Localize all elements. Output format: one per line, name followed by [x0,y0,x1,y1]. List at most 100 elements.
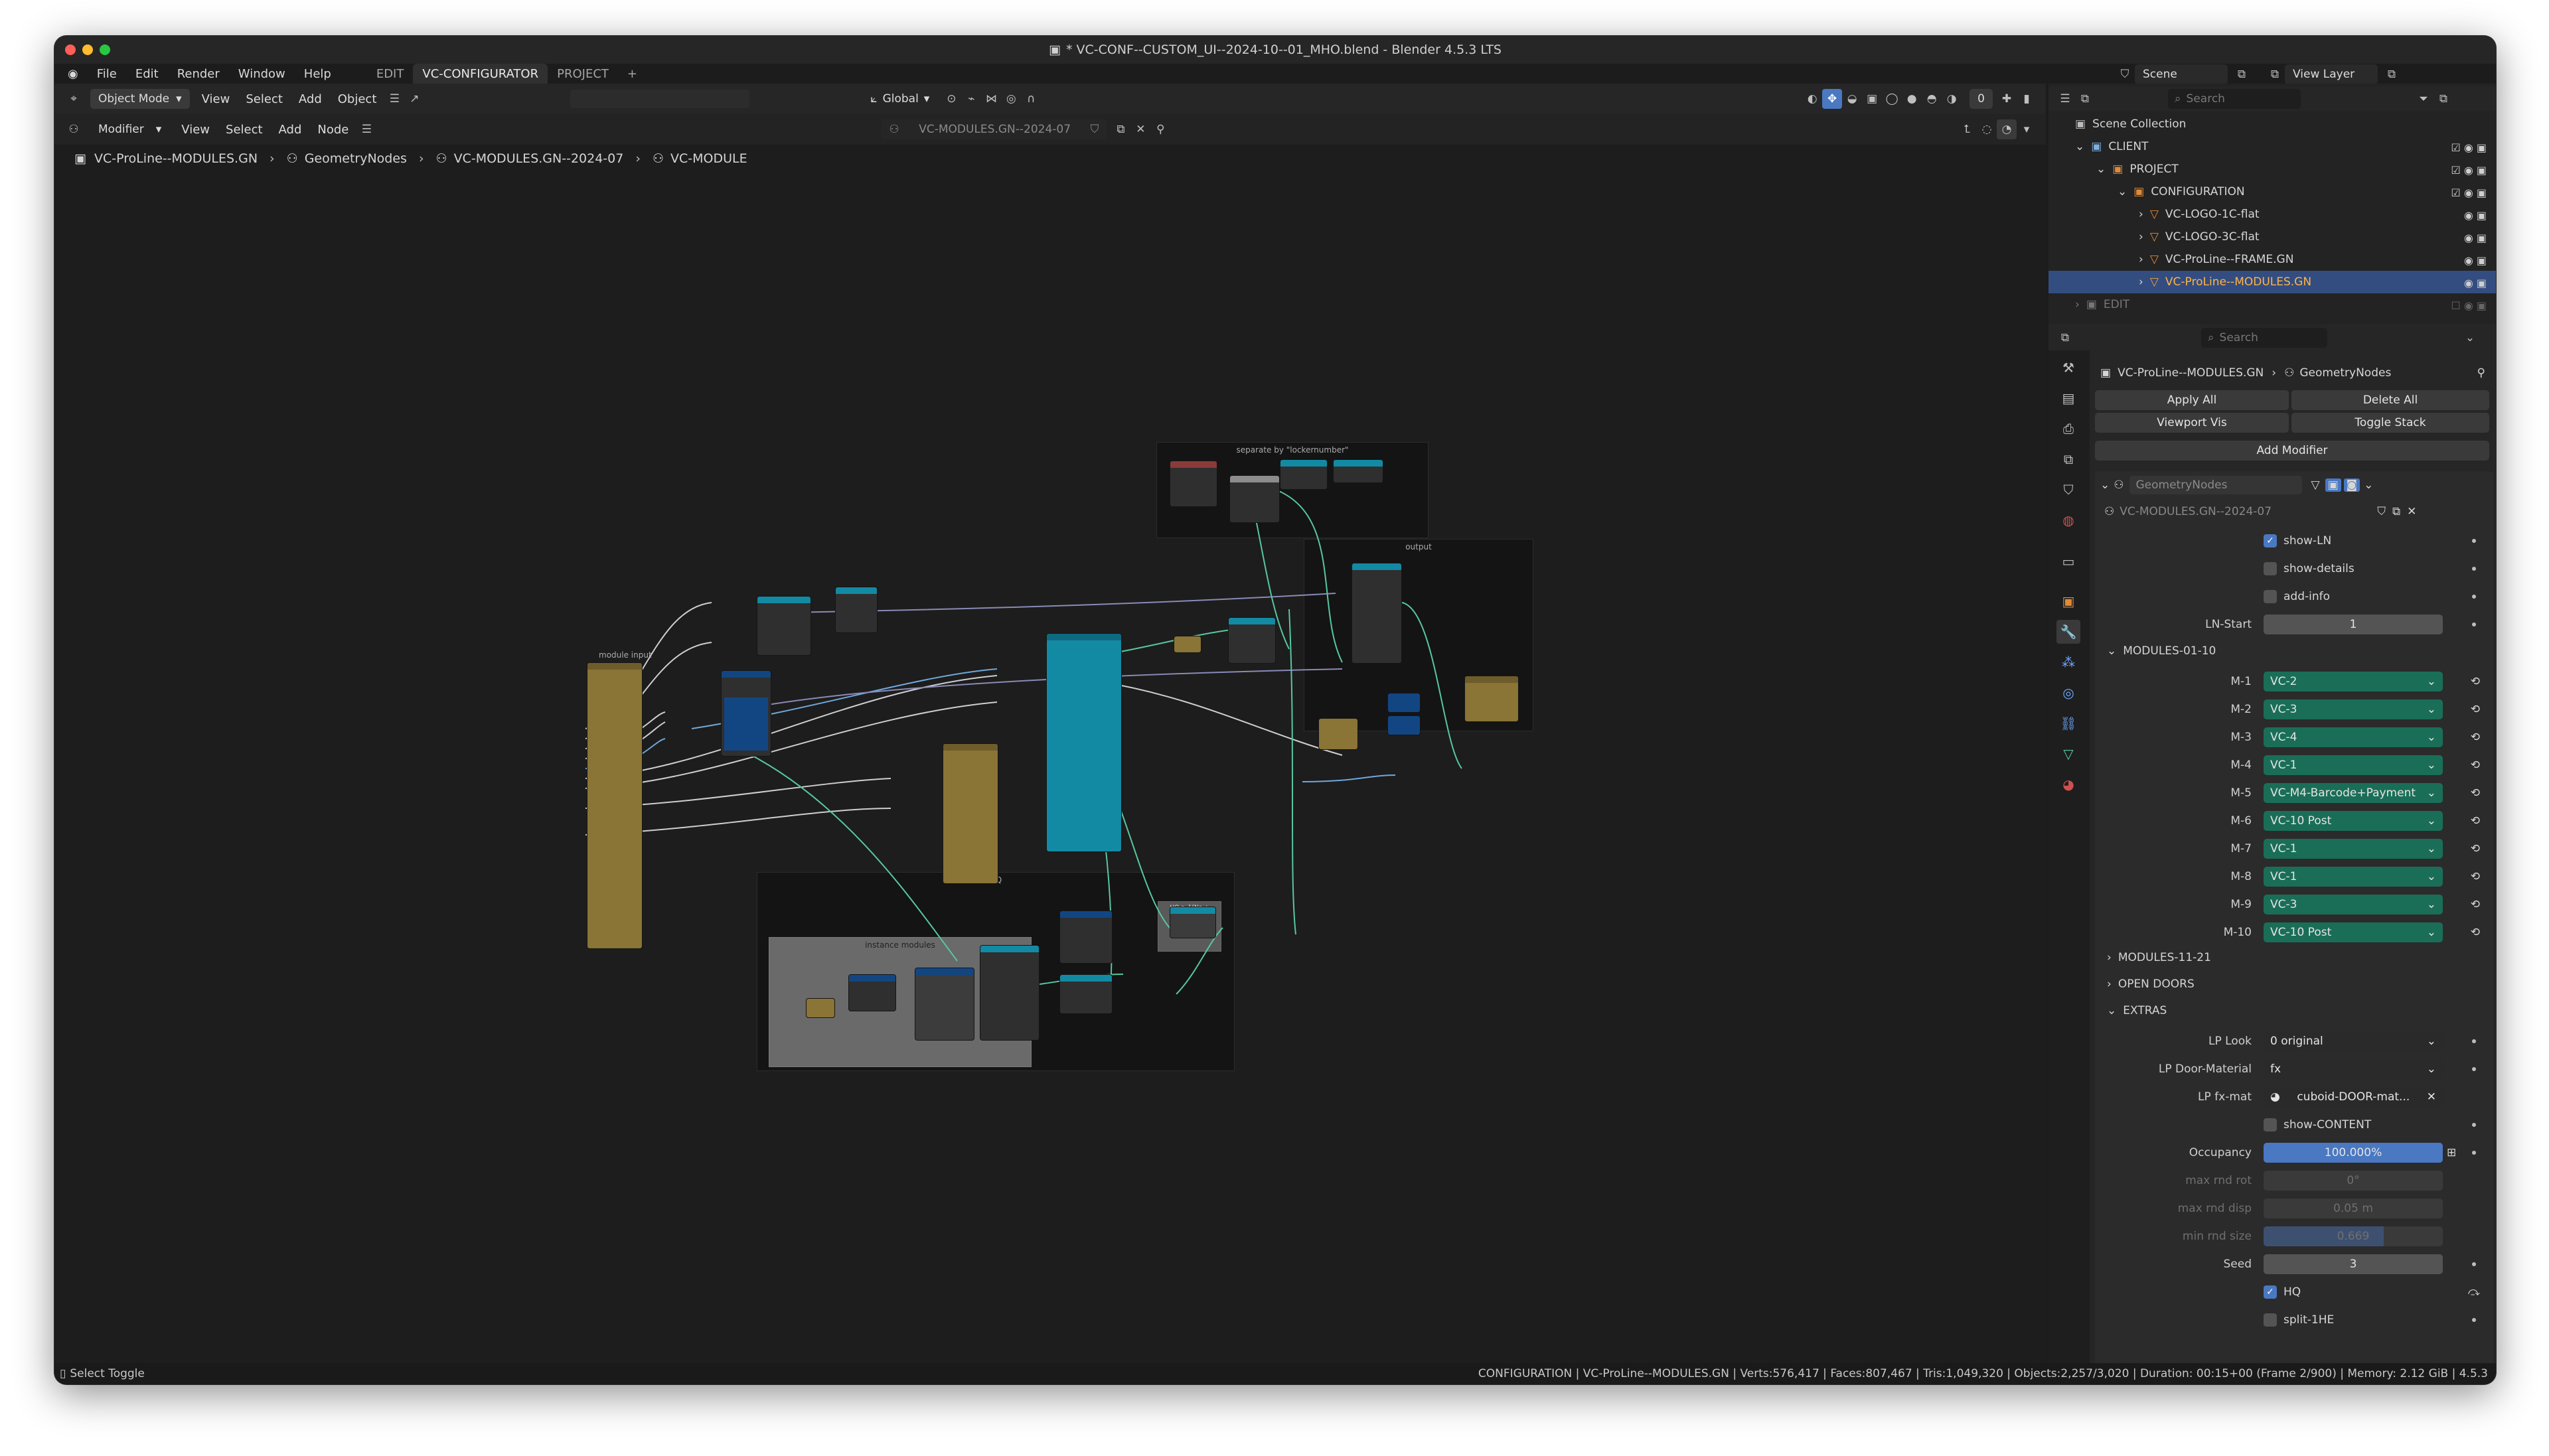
driver-icon[interactable]: ⟲ [2471,842,2480,855]
ln-start-field[interactable]: 1 [2264,615,2443,634]
show-details-checkbox[interactable] [2264,562,2277,575]
modifier-tab-icon[interactable]: 🔧 [2056,620,2080,644]
close-icon[interactable]: ✕ [2407,505,2416,518]
driver-icon[interactable]: ⟲ [2471,926,2480,939]
lp-door-dropdown[interactable]: fx ⌄ [2264,1059,2443,1079]
duplicate-icon[interactable]: ⧉ [2392,505,2400,518]
node-combine-xyz[interactable] [848,974,896,1011]
snap-icon[interactable]: ⌁ [961,89,981,109]
node-store-attribute[interactable] [1046,633,1122,852]
filter-icon[interactable]: ⏷ [2414,89,2433,109]
toggle-stack-button[interactable]: Toggle Stack [2291,413,2489,433]
gizmo-icon[interactable]: ✥ [1822,89,1843,109]
overlay-count[interactable]: 0 [1970,89,1993,109]
realtime-icon[interactable]: ▣ [2325,478,2341,492]
unlink-icon[interactable]: ✕ [1130,119,1150,139]
view-layer-selector[interactable]: View Layer [2285,64,2378,84]
physics-tab-icon[interactable]: ◎ [2056,681,2080,705]
hamburger-icon[interactable]: ☰ [384,89,404,109]
driver-icon[interactable]: ⟲ [2471,759,2480,772]
node-module-selector[interactable] [721,670,771,757]
hamburger-icon[interactable]: ☰ [356,119,376,139]
outliner-search[interactable]: ⌕ Search [2168,89,2301,109]
node-compare[interactable] [1280,459,1328,490]
object-mode-dropdown[interactable]: Object Mode ▾ [90,89,190,109]
node-menu-select[interactable]: Select [218,123,271,137]
view-layer-icon[interactable]: ⧉ [2265,64,2285,84]
keyframe-dot[interactable] [2472,539,2476,543]
tool-tab-icon[interactable]: ⚒ [2056,356,2080,380]
node-menu-add[interactable]: Add [271,123,310,137]
modifier-name-field[interactable]: GeometryNodes [2129,476,2302,494]
new-scene-icon[interactable]: ⧉ [2232,64,2252,84]
eye-icon[interactable]: ☐ ◉ ▣ [2420,295,2487,317]
pin-icon[interactable]: ⚲ [1150,119,1170,139]
node-tree-type-dropdown[interactable]: Modifier ▾ [90,119,169,139]
shading-material-icon[interactable]: ◓ [1922,89,1942,109]
viewport-menu-select[interactable]: Select [238,92,291,106]
driver-icon[interactable]: ⟲ [2471,731,2480,744]
outliner-editor-icon[interactable]: ☰ [2055,89,2075,109]
add-info-checkbox[interactable] [2264,590,2277,603]
eye-icon[interactable]: ☑ ◉ ▣ [2420,137,2487,159]
scene-tab-icon[interactable]: ⛉ [2056,478,2080,502]
new-collection-icon[interactable]: ⧉ [2433,89,2453,109]
keyframe-dot[interactable] [2472,1151,2476,1155]
driver-icon[interactable]: ⟲ [2471,675,2480,688]
particles-tab-icon[interactable]: ⁂ [2056,650,2080,674]
world-tab-icon[interactable]: ◍ [2056,508,2080,532]
shading-wire-icon[interactable]: ◯ [1882,89,1902,109]
show-content-checkbox[interactable] [2264,1118,2277,1131]
blender-logo-icon[interactable]: ◉ [54,64,88,84]
apply-all-button[interactable]: Apply All [2095,390,2289,410]
material-tab-icon[interactable]: ◕ [2056,772,2080,796]
driver-icon[interactable]: ⤼ [2468,1285,2480,1299]
module-dropdown[interactable]: VC-1 ⌄ [2264,839,2443,859]
visibility-icon[interactable]: ◐ [1802,89,1822,109]
node-named-attribute[interactable] [1170,461,1217,507]
eyedropper-icon[interactable]: ⊞ [2447,1146,2456,1159]
minimize-window-button[interactable] [82,44,93,55]
viewport-menu-view[interactable]: View [194,92,238,106]
driver-icon[interactable]: ⟲ [2471,898,2480,911]
node-switch-hq[interactable] [1059,910,1113,964]
node-set-material[interactable] [1059,974,1113,1014]
scene-selector[interactable]: Scene [2135,64,2228,84]
display-mode-icon[interactable]: ⧉ [2075,89,2095,109]
snap-target-icon[interactable]: ⋈ [981,89,1001,109]
shading-solid-icon[interactable]: ● [1902,89,1922,109]
chevron-down-icon[interactable]: ⌄ [2100,478,2110,492]
render-icon[interactable]: ◙ [2343,478,2360,492]
module-dropdown[interactable]: VC-10 Post ⌄ [2264,811,2443,831]
driver-icon[interactable]: ⟲ [2471,786,2480,800]
driver-icon[interactable]: ⟲ [2471,870,2480,883]
properties-editor-icon[interactable]: ⧉ [2055,328,2075,348]
module-dropdown[interactable]: VC-3 ⌄ [2264,895,2443,914]
overlays-node-icon[interactable]: ◔ [1997,119,2017,139]
node-combine[interactable] [835,587,878,633]
node-transform[interactable] [980,945,1040,1041]
occupancy-slider[interactable]: 100.000% [2264,1143,2443,1163]
parent-node-tree-icon[interactable]: ⮤ [1957,119,1977,139]
eye-icon[interactable]: ☑ ◉ ▣ [2420,182,2487,204]
panel-modules-11-21[interactable]: › MODULES-11-21 [2102,946,2493,969]
chevron-down-icon[interactable]: ⌄ [2364,478,2373,492]
eye-icon[interactable]: ☑ ◉ ▣ [2420,159,2487,182]
show-ln-checkbox[interactable]: ✓ [2264,534,2277,547]
node-boolean[interactable] [1170,907,1216,938]
node-editor-canvas[interactable]: ▣ VC-ProLine--MODULES.GN › ⚇ GeometryNod… [54,145,2046,1363]
node-menu-view[interactable]: View [173,123,218,137]
chevron-down-icon[interactable]: ▾ [2017,119,2037,139]
overlay-icon[interactable]: ◒ [1842,89,1862,109]
falloff-icon[interactable]: ∩ [1021,89,1041,109]
driver-icon[interactable]: ⟲ [2471,703,2480,716]
chevron-down-icon[interactable]: ⌄ [2460,328,2480,348]
menu-window[interactable]: Window [229,64,295,84]
module-dropdown[interactable]: VC-2 ⌄ [2264,672,2443,692]
render-tab-icon[interactable]: ▤ [2056,386,2080,410]
module-dropdown[interactable]: VC-3 ⌄ [2264,699,2443,719]
keyframe-dot[interactable] [2472,1067,2476,1071]
menu-help[interactable]: Help [295,64,341,84]
tab-edit[interactable]: EDIT [367,64,414,84]
duplicate-icon[interactable]: ⧉ [1111,119,1130,139]
